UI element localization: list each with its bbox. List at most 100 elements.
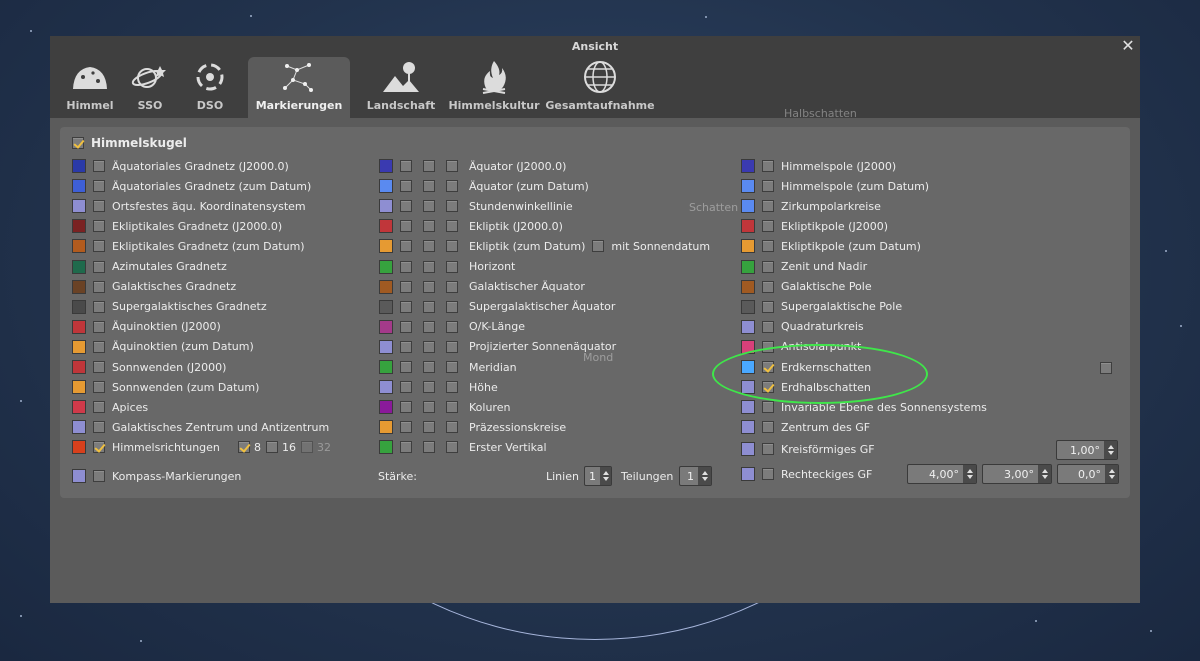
show-checkbox[interactable] [446,300,458,313]
show-checkbox[interactable] [446,381,458,394]
option-checkbox[interactable] [423,401,435,414]
show-checkbox[interactable] [446,340,458,353]
color-swatch[interactable] [741,279,755,294]
color-swatch[interactable] [72,259,86,274]
color-swatch[interactable] [741,239,755,254]
show-checkbox[interactable] [93,340,105,353]
color-swatch[interactable] [741,467,755,481]
option-checkbox[interactable] [423,300,435,313]
show-checkbox[interactable] [446,180,458,193]
show-checkbox[interactable] [762,280,774,293]
close-icon[interactable]: ✕ [1120,36,1136,57]
color-swatch[interactable] [379,259,393,274]
color-swatch[interactable] [72,199,86,214]
color-swatch[interactable] [379,360,393,374]
color-swatch[interactable] [72,360,86,374]
color-swatch[interactable] [72,420,86,435]
show-checkbox[interactable] [93,240,105,253]
spinner-arrows[interactable] [600,467,611,485]
color-swatch[interactable] [72,179,86,194]
option-checkbox[interactable] [423,180,435,193]
color-swatch[interactable] [72,219,86,234]
dialog-titlebar[interactable]: Ansicht ✕ [50,36,1140,57]
option-checkbox[interactable] [400,240,412,253]
color-swatch[interactable] [379,440,393,455]
tab-markings[interactable]: Markierungen [248,57,350,118]
option-checkbox[interactable] [400,320,412,333]
spinner-arrows[interactable] [1105,465,1118,483]
show-checkbox[interactable] [762,320,774,333]
option-checkbox[interactable] [423,361,435,373]
option-checkbox[interactable] [400,280,412,293]
show-checkbox[interactable] [446,200,458,213]
show-checkbox[interactable] [446,280,458,293]
shadow-extra-checkbox[interactable] [1100,362,1112,374]
show-checkbox[interactable] [93,280,105,293]
option-checkbox[interactable] [400,381,412,394]
option-checkbox[interactable] [423,340,435,353]
show-checkbox[interactable] [446,401,458,414]
show-checkbox[interactable] [93,441,105,454]
color-swatch[interactable] [72,400,86,415]
option-checkbox[interactable] [400,441,412,454]
show-checkbox[interactable] [446,220,458,233]
spinner-arrows[interactable] [963,465,976,483]
show-checkbox[interactable] [93,320,105,333]
show-checkbox[interactable] [762,401,774,414]
tab-dso[interactable]: DSO [180,57,240,118]
option-checkbox[interactable] [423,381,435,394]
option-checkbox[interactable] [423,240,435,253]
show-checkbox[interactable] [762,260,774,273]
color-swatch[interactable] [72,299,86,314]
option-checkbox[interactable] [423,160,435,172]
cardinal-8-checkbox[interactable] [238,441,250,453]
color-swatch[interactable] [741,400,755,415]
color-swatch[interactable] [741,159,755,173]
show-checkbox[interactable] [762,300,774,313]
color-swatch[interactable] [379,339,393,354]
color-swatch[interactable] [741,179,755,194]
show-checkbox[interactable] [93,300,105,313]
rect-fov-rotation-spinner[interactable]: 0,0° [1057,464,1119,484]
option-checkbox[interactable] [400,260,412,273]
color-swatch[interactable] [379,159,393,173]
show-checkbox[interactable] [93,260,105,273]
color-swatch[interactable] [741,319,755,334]
divisions-thickness-spinner[interactable]: 1 [679,466,712,486]
color-swatch[interactable] [72,339,86,354]
compass-checkbox[interactable] [93,470,105,482]
spinner-arrows[interactable] [698,467,711,485]
color-swatch[interactable] [72,440,86,455]
option-checkbox[interactable] [423,220,435,233]
show-checkbox[interactable] [446,160,458,172]
show-checkbox[interactable] [762,180,774,193]
color-swatch[interactable] [72,239,86,254]
color-swatch[interactable] [379,319,393,334]
rect-fov-height-spinner[interactable]: 3,00° [982,464,1052,484]
color-swatch[interactable] [72,469,86,483]
show-checkbox[interactable] [762,468,774,480]
group-checkbox[interactable] [72,137,84,149]
color-swatch[interactable] [741,420,755,435]
show-checkbox[interactable] [446,421,458,434]
color-swatch[interactable] [379,299,393,314]
lines-thickness-spinner[interactable]: 1 [584,466,612,486]
spinner-arrows[interactable] [1038,465,1051,483]
option-checkbox[interactable] [400,340,412,353]
spinner-arrows[interactable] [1104,441,1117,459]
color-swatch[interactable] [379,219,393,234]
show-checkbox[interactable] [762,160,774,172]
show-checkbox[interactable] [93,200,105,213]
tab-sky[interactable]: Himmel [60,57,120,118]
color-swatch[interactable] [72,380,86,395]
option-checkbox[interactable] [423,200,435,213]
color-swatch[interactable] [379,279,393,294]
show-checkbox[interactable] [93,361,105,373]
show-checkbox[interactable] [762,220,774,233]
option-checkbox[interactable] [400,160,412,172]
show-checkbox[interactable] [446,441,458,454]
cardinal-16-checkbox[interactable] [266,441,278,453]
show-checkbox[interactable] [446,260,458,273]
show-checkbox[interactable] [93,180,105,193]
show-checkbox[interactable] [762,421,774,434]
